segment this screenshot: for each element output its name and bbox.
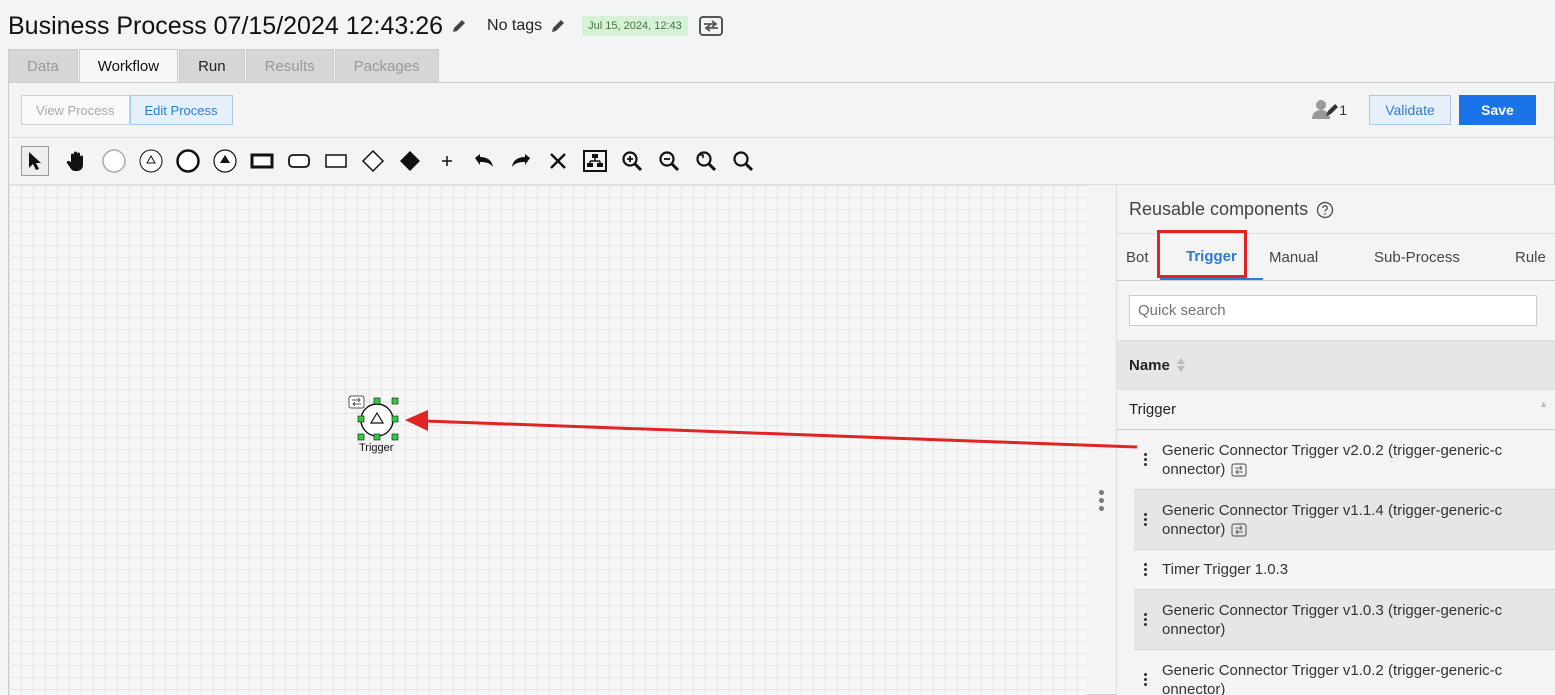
- drag-arrow: [405, 410, 1138, 449]
